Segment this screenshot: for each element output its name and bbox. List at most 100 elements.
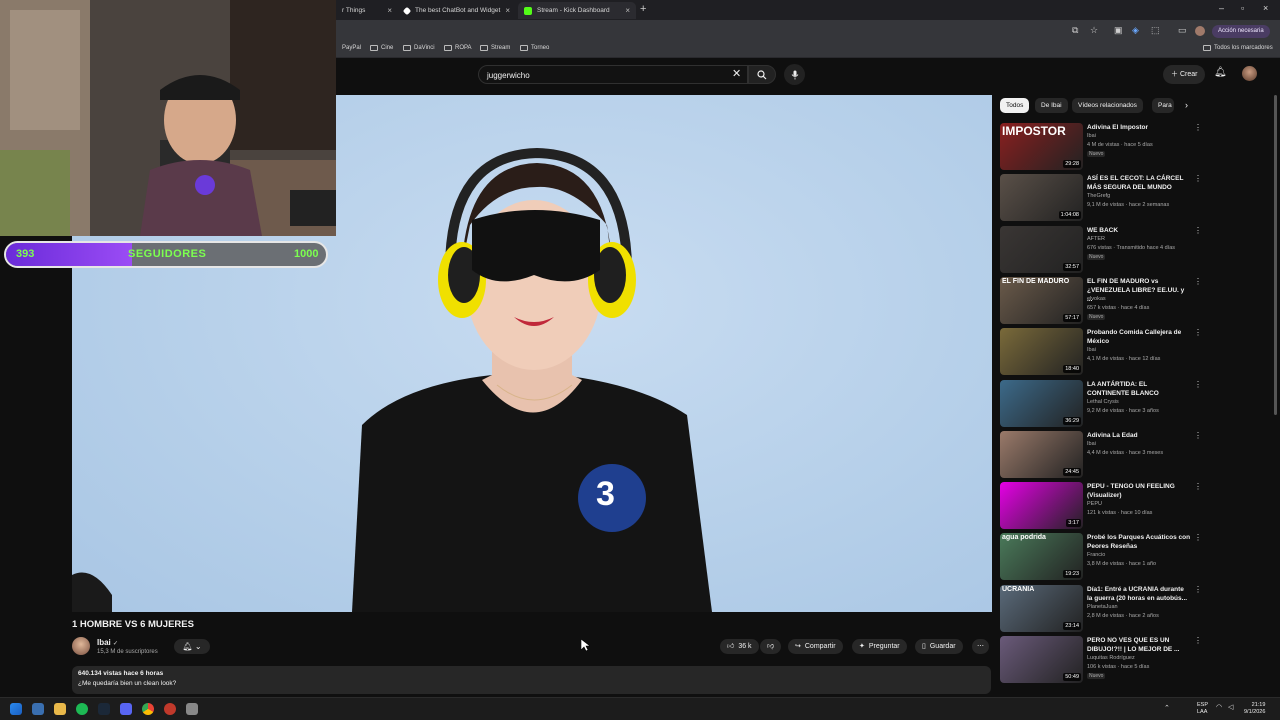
wifi-icon[interactable]: ◠ xyxy=(1216,703,1222,711)
recommendation-channel[interactable]: elvokas xyxy=(1087,296,1106,302)
recommendation-item[interactable]: 18:40 Probando Comida Callejera de México… xyxy=(1000,328,1202,376)
chip-all[interactable]: Todos xyxy=(1000,98,1030,113)
search-input[interactable]: juggerwicho xyxy=(478,65,748,84)
profile-avatar[interactable] xyxy=(1195,26,1205,36)
action-needed-button[interactable]: Acción necesaria xyxy=(1212,25,1270,38)
install-icon[interactable]: ⧉ xyxy=(1072,25,1078,36)
language-indicator[interactable]: ESP LAA xyxy=(1197,702,1208,716)
tray-chevron-up-icon[interactable]: ⌃ xyxy=(1164,704,1170,712)
steam-icon[interactable] xyxy=(98,703,110,715)
recommendation-channel[interactable]: AFTER xyxy=(1087,236,1105,242)
recommendation-title[interactable]: Día1: Entré a UCRANIA durante la guerra … xyxy=(1087,585,1191,603)
recommendation-title[interactable]: Adivina El Impostor xyxy=(1087,123,1191,132)
recommendation-item[interactable]: UCRANIA 23:14 Día1: Entré a UCRANIA durant… xyxy=(1000,584,1202,633)
notifications-bell-icon[interactable]: 🔔︎ xyxy=(1214,67,1227,78)
video-thumbnail[interactable]: 18:40 xyxy=(1000,328,1083,376)
bookmark-folder[interactable]: Torneo xyxy=(520,45,549,51)
channel-avatar[interactable] xyxy=(72,637,90,655)
more-vertical-icon[interactable]: ⋮ xyxy=(1194,533,1202,542)
extension-blue-icon[interactable]: ◈ xyxy=(1132,25,1139,36)
description-box[interactable] xyxy=(72,666,991,694)
maximize-icon[interactable]: ▫ xyxy=(1241,3,1244,13)
system-clock[interactable]: 21:19 9/1/2026 xyxy=(1244,702,1265,716)
more-vertical-icon[interactable]: ⋮ xyxy=(1194,174,1202,183)
more-vertical-icon[interactable]: ⋮ xyxy=(1194,482,1202,491)
close-icon[interactable]: × xyxy=(387,6,392,15)
account-avatar[interactable] xyxy=(1242,66,1257,81)
more-vertical-icon[interactable]: ⋮ xyxy=(1194,636,1202,645)
recommendation-channel[interactable]: PlanetaJuan xyxy=(1087,604,1118,610)
recommendation-channel[interactable]: Ibai xyxy=(1087,133,1096,139)
recommendation-item[interactable]: agua podrida 19:23 Probé los Parques Acuát… xyxy=(1000,533,1202,581)
chip-related[interactable]: Vídeos relacionados xyxy=(1072,98,1143,113)
recommendation-title[interactable]: Adivina La Edad xyxy=(1087,431,1191,440)
recommendation-item[interactable]: 32:57 WE BACK AFTER 676 vistas · Transmitid… xyxy=(1000,225,1202,274)
task-view-icon[interactable] xyxy=(32,703,44,715)
recommendation-item[interactable]: 36:29 LA ANTÁRTIDA: EL CONTINENTE BLANCO L… xyxy=(1000,379,1202,428)
more-vertical-icon[interactable]: ⋮ xyxy=(1194,431,1202,440)
chip-for-you[interactable]: Para xyxy=(1152,98,1174,113)
bookmark-folder[interactable]: DaVinci xyxy=(403,45,435,51)
close-icon[interactable]: × xyxy=(625,6,630,15)
recommendation-item[interactable]: EL FIN DE MADURO 57:17 EL FIN DE MADURO vs… xyxy=(1000,276,1202,325)
minimize-icon[interactable]: – xyxy=(1219,3,1224,13)
recommendation-title[interactable]: PEPU - TENGO UN FEELING (Visualizer) xyxy=(1087,482,1191,500)
recommendation-title[interactable]: PERO NO VES QUE ES UN DIBUJO!?!! | LO ME… xyxy=(1087,636,1191,654)
puzzle-icon[interactable]: ⬚ xyxy=(1151,25,1160,36)
sidepanel-icon[interactable]: ▭ xyxy=(1178,25,1187,36)
more-vertical-icon[interactable]: ⋮ xyxy=(1194,328,1202,337)
bookmark-folder[interactable]: Cine xyxy=(370,45,393,51)
all-bookmarks[interactable]: Todos los marcadores xyxy=(1203,45,1273,51)
window-close-icon[interactable]: × xyxy=(1263,3,1268,13)
browser-tab[interactable]: r Things × xyxy=(336,2,398,19)
chip-from-ibai[interactable]: De Ibai xyxy=(1035,98,1068,113)
spotify-icon[interactable] xyxy=(76,703,88,715)
ask-button[interactable]: ✦ Preguntar xyxy=(852,639,907,654)
windows-start-icon[interactable] xyxy=(10,703,22,715)
more-vertical-icon[interactable]: ⋮ xyxy=(1194,277,1202,286)
video-thumbnail[interactable]: 24:45 xyxy=(1000,430,1083,478)
search-button[interactable] xyxy=(748,65,776,84)
star-icon[interactable]: ☆ xyxy=(1090,25,1098,36)
bookmark-folder[interactable]: ROPA xyxy=(444,45,472,51)
recommendation-item[interactable]: IMPOSTOR 29:28 Adivina El Impostor Ibai 4 M … xyxy=(1000,123,1202,171)
recommendation-channel[interactable]: Lethal Crysis xyxy=(1087,399,1119,405)
recommendation-channel[interactable]: Luquitas Rodríguez xyxy=(1087,655,1135,661)
recommendation-title[interactable]: Probé los Parques Acuáticos con Peores R… xyxy=(1087,533,1191,551)
recommendation-title[interactable]: Probando Comida Callejera de México xyxy=(1087,328,1191,346)
video-thumbnail[interactable]: 3:17 xyxy=(1000,482,1083,530)
bookmark-item[interactable]: PayPal xyxy=(342,45,361,51)
video-thumbnail[interactable]: 36:29 xyxy=(1000,379,1083,427)
browser-tab[interactable]: The best ChatBot and Widget × xyxy=(398,2,516,19)
video-thumbnail[interactable]: EL FIN DE MADURO 57:17 xyxy=(1000,276,1083,324)
bookmark-folder[interactable]: Stream xyxy=(480,45,510,51)
obs-icon[interactable] xyxy=(164,703,176,715)
chevron-right-icon[interactable]: › xyxy=(1185,100,1188,110)
recommendation-item[interactable]: 3:17 PEPU - TENGO UN FEELING (Visualizer)… xyxy=(1000,482,1202,530)
recommendation-channel[interactable]: Francio xyxy=(1087,552,1105,558)
dislike-button[interactable]: 👎︎ xyxy=(760,639,782,654)
channel-name[interactable]: Ibai ✓ xyxy=(97,638,118,647)
more-actions-button[interactable]: ⋯ xyxy=(972,639,989,654)
file-explorer-icon[interactable] xyxy=(54,703,66,715)
recommendation-channel[interactable]: Ibai xyxy=(1087,347,1096,353)
more-vertical-icon[interactable]: ⋮ xyxy=(1194,585,1202,594)
discord-icon[interactable] xyxy=(120,703,132,715)
recommendation-channel[interactable]: PEPU xyxy=(1087,501,1102,507)
recommendation-item[interactable]: 1:04:08 ASÍ ES EL CECOT: LA CÁRCEL MÁS SE… xyxy=(1000,174,1202,222)
more-vertical-icon[interactable]: ⋮ xyxy=(1194,123,1202,132)
recommendation-title[interactable]: WE BACK xyxy=(1087,226,1191,235)
video-thumbnail[interactable]: agua podrida 19:23 xyxy=(1000,533,1083,581)
video-thumbnail[interactable]: IMPOSTOR 29:28 xyxy=(1000,123,1083,170)
save-button[interactable]: ▯ Guardar xyxy=(915,639,963,654)
share-button[interactable]: ↪ Compartir xyxy=(788,639,843,654)
recommendation-title[interactable]: ASÍ ES EL CECOT: LA CÁRCEL MÁS SEGURA DE… xyxy=(1087,174,1191,192)
create-button[interactable]: ＋ Crear xyxy=(1163,65,1206,84)
close-icon[interactable]: × xyxy=(505,6,510,15)
clear-search-icon[interactable]: ✕ xyxy=(732,67,741,80)
recommendation-item[interactable]: 50:49 PERO NO VES QUE ES UN DIBUJO!?!! | … xyxy=(1000,636,1202,684)
browser-tab-active[interactable]: Stream - Kick Dashboard × xyxy=(518,2,636,19)
recommendation-item[interactable]: 24:45 Adivina La Edad Ibai 4,4 M de vistas … xyxy=(1000,430,1202,479)
chrome-icon[interactable] xyxy=(142,703,154,715)
scrollbar[interactable] xyxy=(1274,95,1277,415)
